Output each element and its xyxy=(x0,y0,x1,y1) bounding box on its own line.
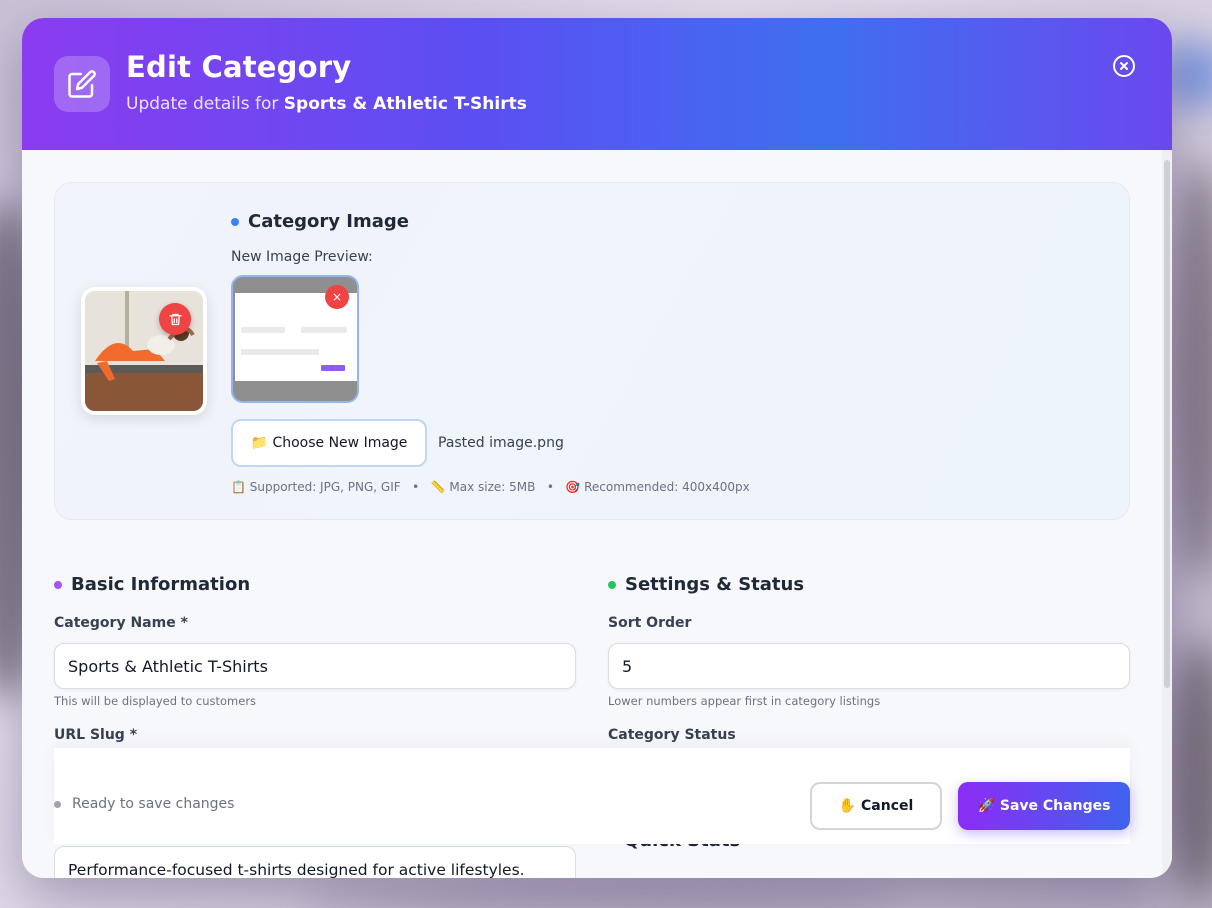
section-dot xyxy=(54,580,62,589)
current-image-photo xyxy=(85,291,203,411)
status-dot xyxy=(54,800,61,808)
modal-title: Edit Category xyxy=(126,50,352,84)
sort-order-help: Lower numbers appear first in category l… xyxy=(608,694,881,708)
modal-subtitle: Update details for Sports & Athletic T-S… xyxy=(126,94,527,114)
sort-order-input[interactable]: 5 xyxy=(608,643,1130,689)
subtitle-prefix: Update details for xyxy=(126,94,284,114)
new-image-preview: × xyxy=(231,275,359,403)
section-dot xyxy=(231,217,239,226)
hint-max-size: 📏 Max size: 5MB xyxy=(430,480,536,494)
selected-file-name: Pasted image.png xyxy=(438,435,564,451)
hint-separator: • xyxy=(546,480,554,494)
scrollbar[interactable] xyxy=(1162,150,1172,878)
settings-title-text: Settings & Status xyxy=(625,574,805,595)
category-name-help: This will be displayed to customers xyxy=(54,694,257,708)
remove-preview-button[interactable]: × xyxy=(325,285,349,309)
basic-info-title-text: Basic Information xyxy=(71,574,251,595)
settings-title: Settings & Status xyxy=(608,574,804,595)
category-name-input[interactable]: Sports & Athletic T-Shirts xyxy=(54,643,576,689)
section-dot xyxy=(608,580,616,589)
save-status-text: Ready to save changes xyxy=(72,796,235,812)
hint-separator: • xyxy=(412,480,420,494)
hint-supported: 📋 Supported: JPG, PNG, GIF xyxy=(231,480,401,494)
description-textarea[interactable]: Performance-focused t-shirts designed fo… xyxy=(54,846,576,878)
basic-info-title: Basic Information xyxy=(54,574,250,595)
image-hints: 📋 Supported: JPG, PNG, GIF • 📏 Max size:… xyxy=(231,480,750,494)
trash-icon xyxy=(168,313,182,325)
hint-recommended: 🎯 Recommended: 400x400px xyxy=(565,480,750,494)
save-status: Ready to save changes xyxy=(54,796,234,812)
modal-header: Edit Category Update details for Sports … xyxy=(22,18,1172,150)
sort-order-label: Sort Order xyxy=(608,615,692,631)
remove-current-image-button[interactable] xyxy=(159,303,191,335)
cancel-button[interactable]: ✋ Cancel xyxy=(810,782,942,830)
save-changes-button[interactable]: 🚀 Save Changes xyxy=(958,782,1130,830)
current-image xyxy=(81,287,207,415)
scrollbar-thumb[interactable] xyxy=(1164,160,1170,688)
edit-icon xyxy=(54,56,110,112)
subtitle-category-name: Sports & Athletic T-Shirts xyxy=(283,94,527,114)
close-button[interactable] xyxy=(1112,54,1136,78)
close-circle-icon xyxy=(1113,55,1135,77)
choose-new-image-button[interactable]: 📁 Choose New Image xyxy=(231,419,427,467)
action-footer: Ready to save changes ✋ Cancel 🚀 Save Ch… xyxy=(54,748,1130,844)
modal-body: Category Image New Image Preview: × 📁 Ch… xyxy=(22,150,1172,878)
category-status-label: Category Status xyxy=(608,727,736,743)
image-section-title: Category Image xyxy=(231,211,409,232)
preview-label: New Image Preview: xyxy=(231,249,373,265)
image-section-title-text: Category Image xyxy=(248,211,409,232)
edit-category-modal: Edit Category Update details for Sports … xyxy=(22,18,1172,878)
category-image-card: Category Image New Image Preview: × 📁 Ch… xyxy=(54,182,1130,520)
url-slug-label: URL Slug * xyxy=(54,727,138,743)
category-name-label: Category Name * xyxy=(54,615,188,631)
